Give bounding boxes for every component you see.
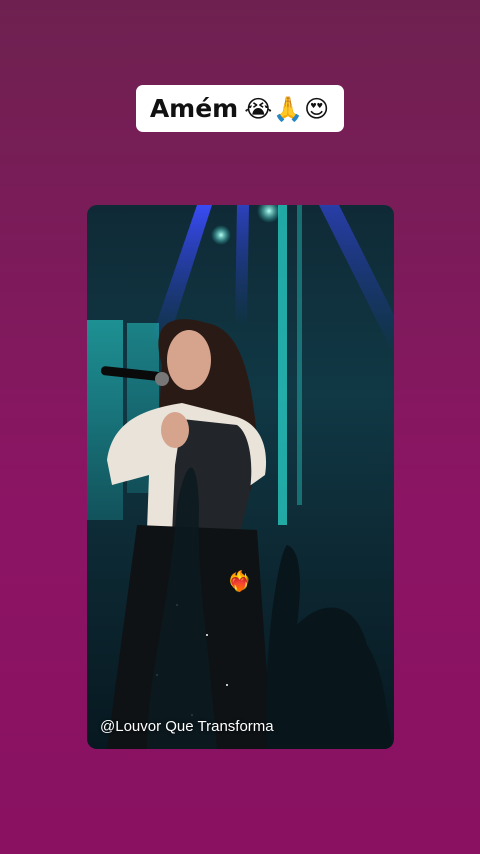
story-video[interactable]: ❤️‍🔥 @Louvor Que Transforma <box>87 205 394 749</box>
heart-on-fire-sticker: ❤️‍🔥 <box>227 569 252 593</box>
caption-emojis: 😭🙏😍 <box>244 94 331 123</box>
watermark-handle: @Louvor Que Transforma <box>100 718 274 735</box>
caption-text: Amém <box>149 94 239 123</box>
concert-scene-image <box>87 205 394 749</box>
caption-sticker[interactable]: Amém 😭🙏😍 <box>136 85 344 132</box>
